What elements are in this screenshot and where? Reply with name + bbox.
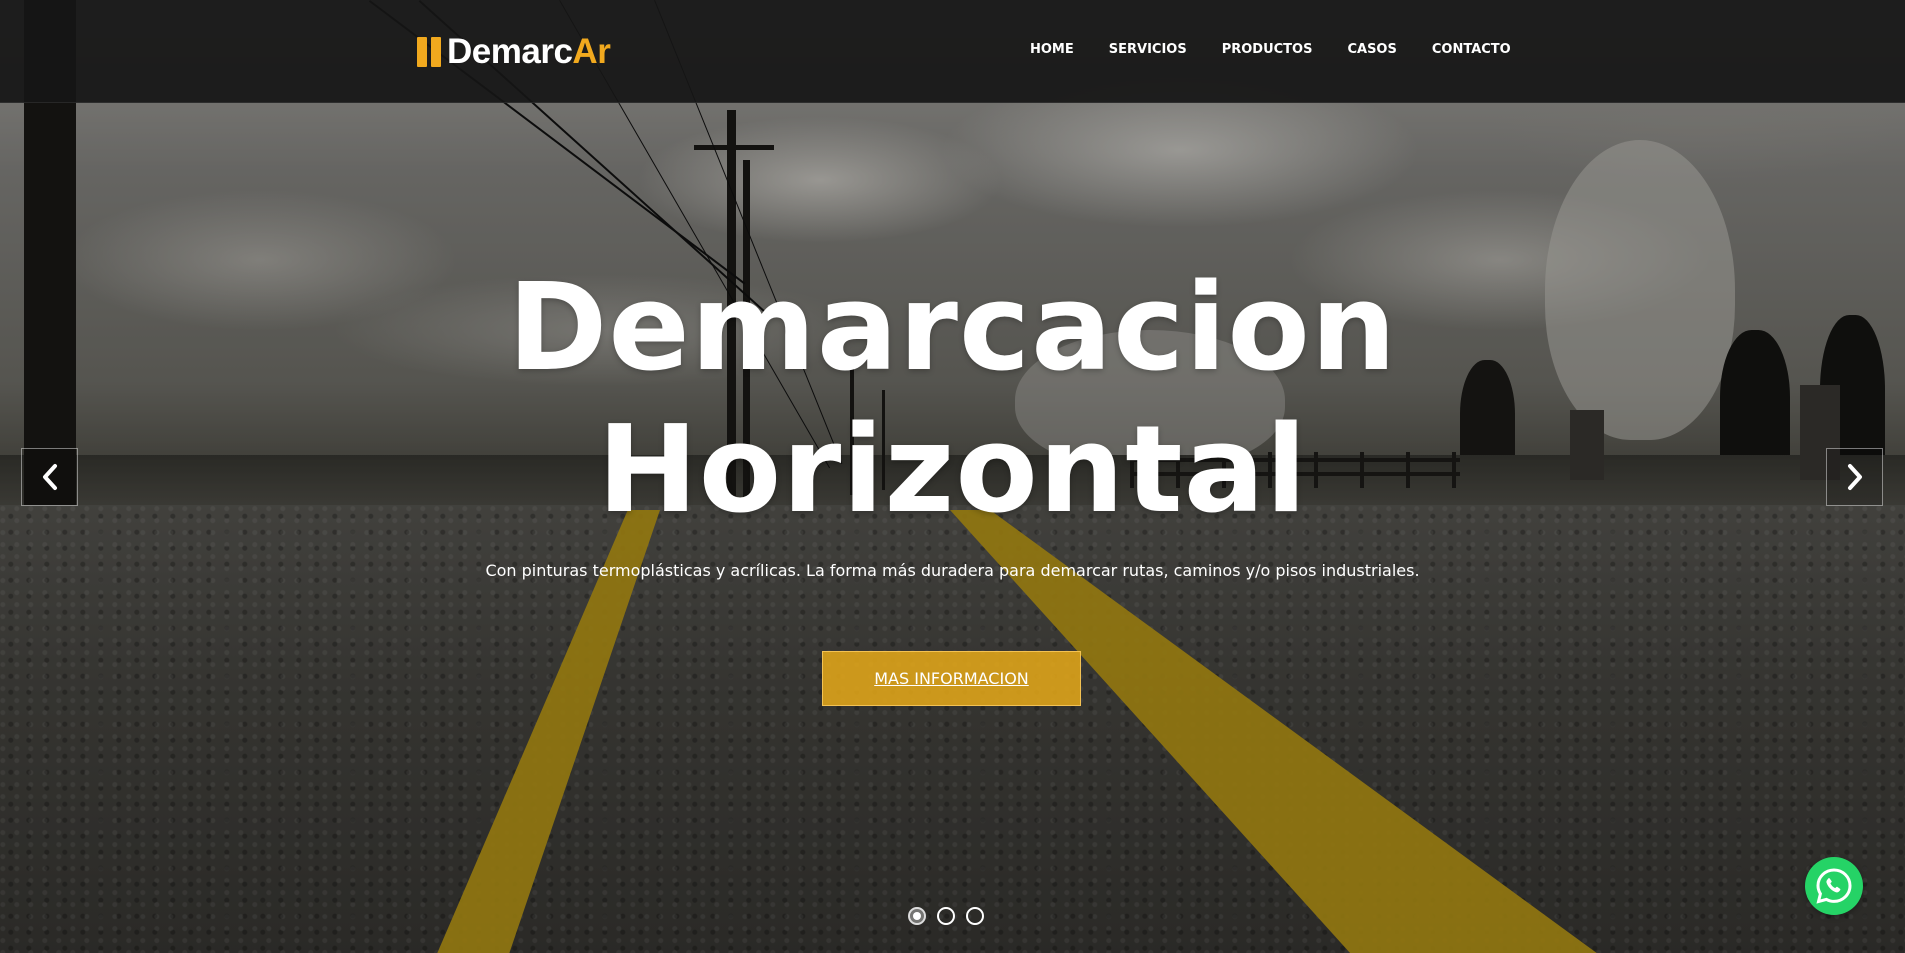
carousel-prev-button[interactable] bbox=[21, 448, 78, 506]
nav-casos[interactable]: CASOS bbox=[1347, 42, 1396, 57]
logo-bars-icon bbox=[417, 37, 441, 67]
top-navbar: Demarc Ar HOME SERVICIOS PRODUCTOS CASOS … bbox=[0, 0, 1905, 103]
nav-productos[interactable]: PRODUCTOS bbox=[1222, 42, 1313, 57]
carousel-indicators bbox=[908, 907, 984, 925]
hero-title-line2: Horizontal bbox=[597, 401, 1308, 540]
nav-home[interactable]: HOME bbox=[1030, 42, 1074, 57]
carousel-next-button[interactable] bbox=[1826, 448, 1883, 506]
carousel-dot-3[interactable] bbox=[966, 907, 984, 925]
more-info-button[interactable]: MAS INFORMACION bbox=[822, 651, 1081, 706]
nav-servicios[interactable]: SERVICIOS bbox=[1109, 42, 1187, 57]
brand-logo[interactable]: Demarc Ar bbox=[417, 32, 611, 71]
hero-title-line1: Demarcacion bbox=[507, 259, 1398, 398]
carousel-dot-1[interactable] bbox=[908, 907, 926, 925]
whatsapp-button[interactable] bbox=[1805, 857, 1863, 915]
chevron-left-icon bbox=[42, 464, 57, 490]
brand-name-accent: Ar bbox=[572, 32, 611, 71]
hero-subtitle: Con pinturas termoplásticas y acrílicas.… bbox=[485, 561, 1420, 580]
carousel-dot-2[interactable] bbox=[937, 907, 955, 925]
nav-contacto[interactable]: CONTACTO bbox=[1432, 42, 1511, 57]
main-nav: HOME SERVICIOS PRODUCTOS CASOS CONTACTO bbox=[1030, 42, 1546, 57]
hero-title: Demarcacion Horizontal bbox=[0, 258, 1905, 542]
chevron-right-icon bbox=[1847, 464, 1862, 490]
whatsapp-icon bbox=[1816, 868, 1852, 904]
brand-name-main: Demarc bbox=[447, 32, 573, 71]
